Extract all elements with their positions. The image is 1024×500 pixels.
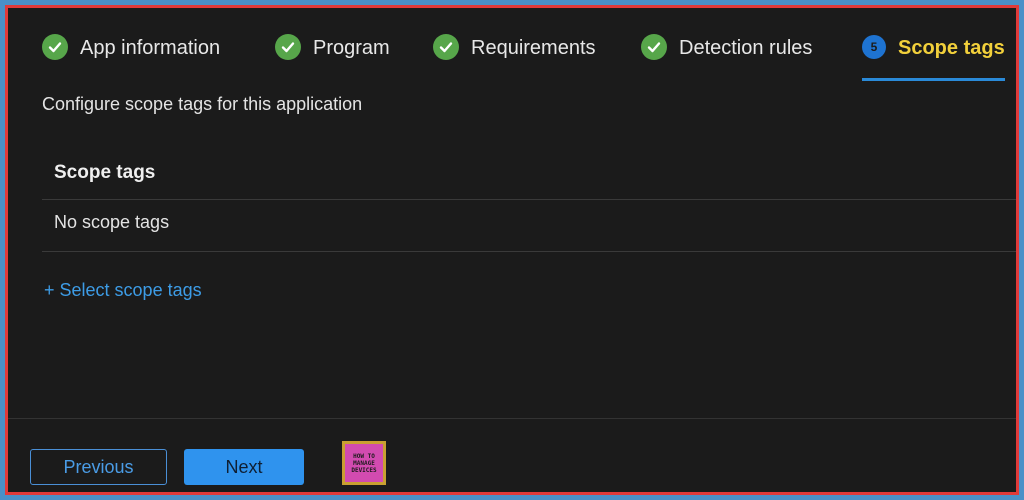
previous-button[interactable]: Previous: [30, 449, 167, 485]
table-row: No scope tags: [42, 200, 1016, 252]
step-detection-rules[interactable]: Detection rules: [641, 34, 812, 82]
step-program[interactable]: Program: [275, 34, 390, 82]
check-icon: [275, 34, 301, 60]
app-panel: App information Program Requirements Det…: [5, 5, 1019, 495]
step-label: App information: [80, 37, 221, 59]
next-button[interactable]: Next: [184, 449, 304, 485]
check-icon: [641, 34, 667, 60]
step-label: Detection rules: [679, 37, 813, 59]
step-label: Scope tags: [898, 37, 1005, 59]
logo-text: DEVICES: [351, 466, 377, 474]
logo: HOW TO MANAGE DEVICES: [342, 441, 386, 485]
wizard-steps: App information Program Requirements Det…: [8, 8, 1016, 83]
step-app-information[interactable]: App information: [42, 34, 220, 82]
logo-text: HOW TO: [353, 452, 375, 460]
scope-tags-table: Scope tags No scope tags: [42, 148, 1016, 252]
page-description: Configure scope tags for this applicatio…: [42, 94, 363, 114]
step-label: Program: [313, 37, 390, 59]
check-icon: [42, 34, 68, 60]
step-requirements[interactable]: Requirements: [433, 34, 596, 82]
check-icon: [433, 34, 459, 60]
wizard-footer: Previous Next HOW TO MANAGE DEVICES: [8, 418, 1016, 493]
select-scope-tags-link[interactable]: + Select scope tags: [44, 280, 202, 301]
logo-text: MANAGE: [353, 459, 375, 467]
step-scope-tags[interactable]: 5 Scope tags: [862, 34, 1005, 81]
step-label: Requirements: [471, 37, 596, 59]
table-header: Scope tags: [42, 148, 1016, 200]
step-number-badge: 5: [862, 35, 886, 59]
